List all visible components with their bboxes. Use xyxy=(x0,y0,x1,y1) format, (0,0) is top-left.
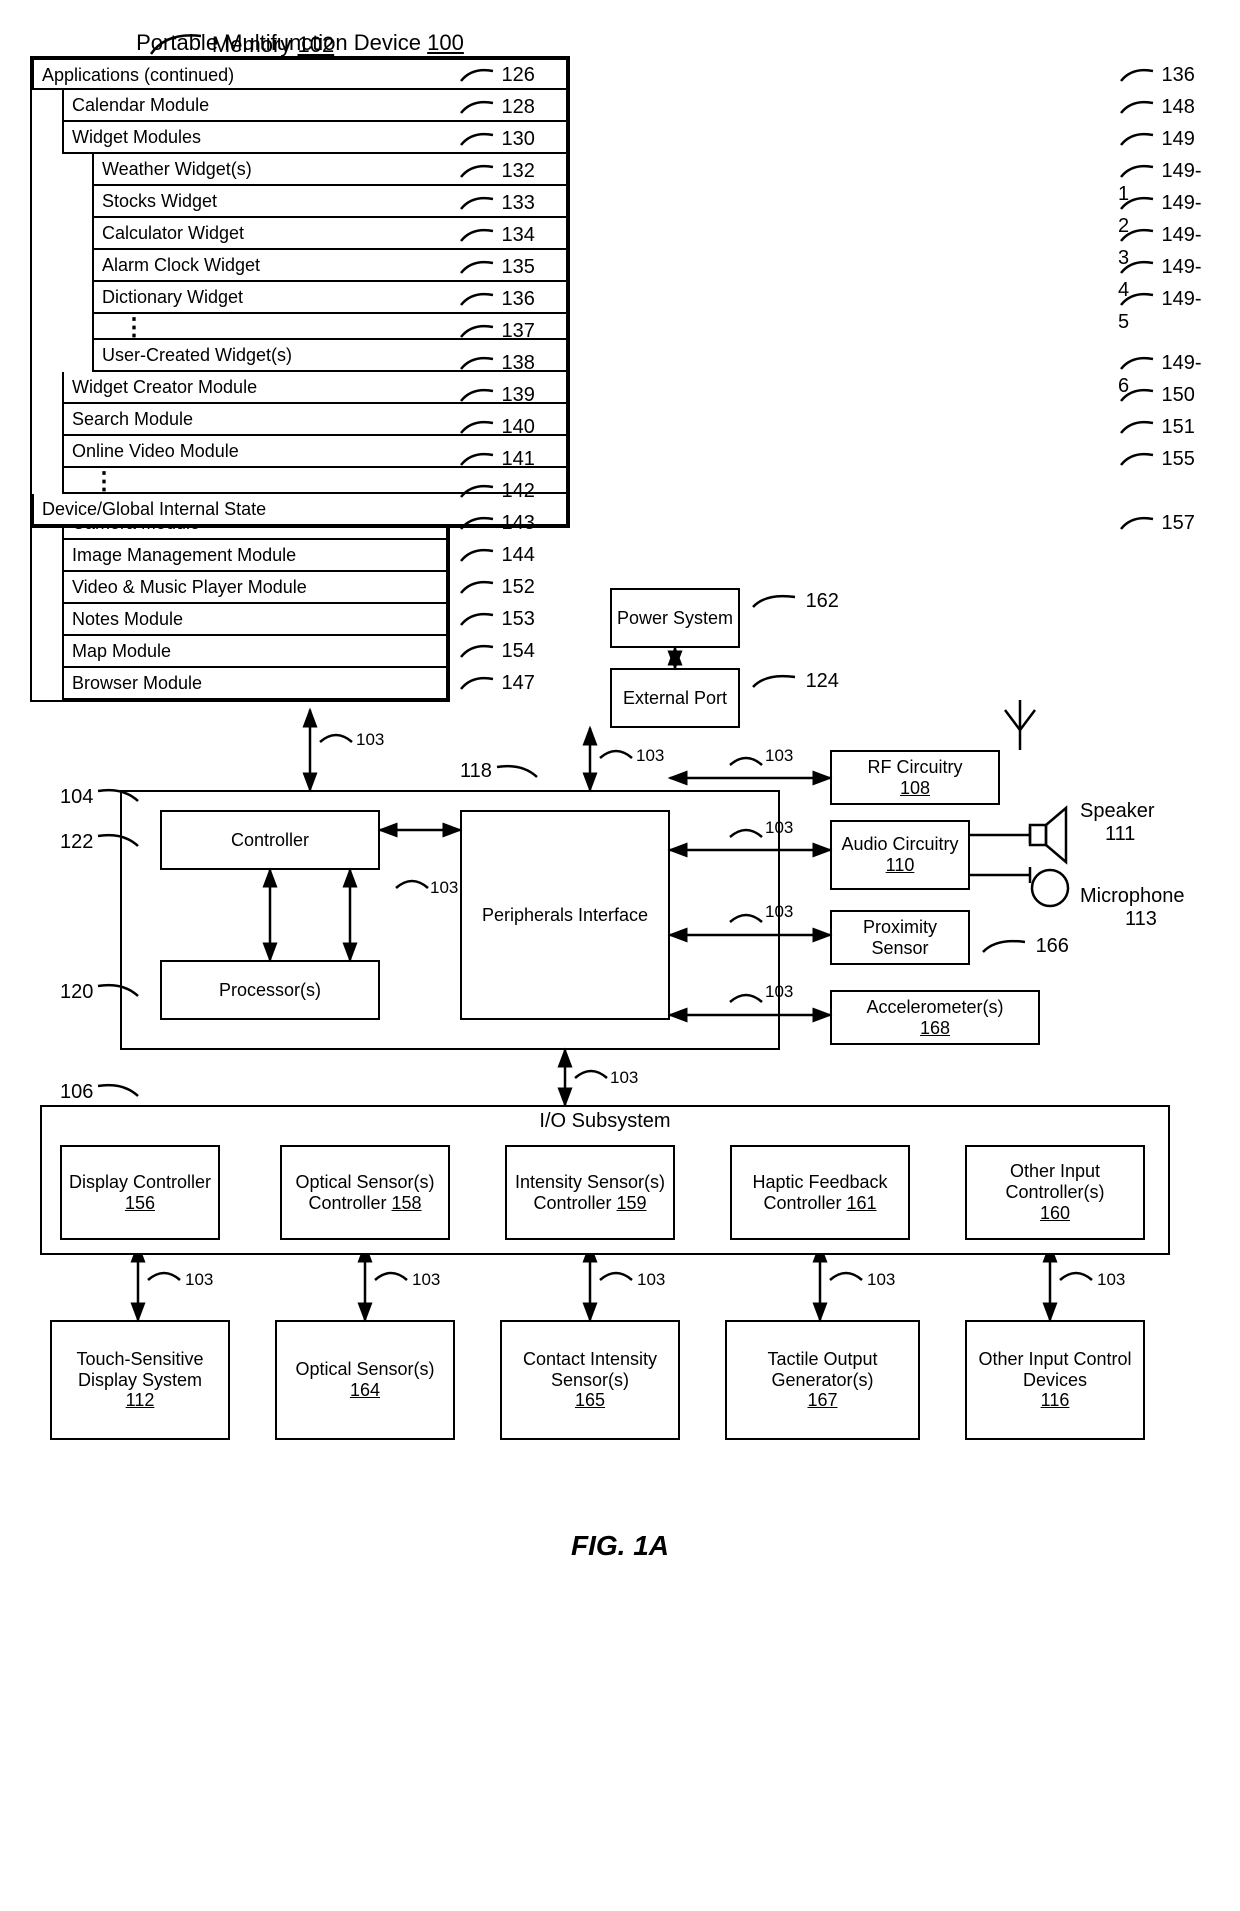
mic-label: Microphone xyxy=(1080,885,1185,908)
ref-label: 157 xyxy=(1118,512,1195,535)
ref-label: 134 xyxy=(458,224,535,247)
rf-circuitry-block: RF Circuitry108 xyxy=(830,750,1000,805)
ref-label: 133 xyxy=(458,192,535,215)
ref-label: 149-5 xyxy=(1118,288,1210,334)
ref-label: 126 xyxy=(458,64,535,87)
ref-label: 153 xyxy=(458,608,535,631)
ref-label: 144 xyxy=(458,544,535,567)
module-row: Notes Module xyxy=(62,604,448,636)
ref-label: 136 xyxy=(458,288,535,311)
ref-label: 132 xyxy=(458,160,535,183)
io-subsystem-title: I/O Subsystem xyxy=(40,1110,1170,1133)
figure-caption: FIG. 1A xyxy=(30,1530,1210,1562)
peripherals-interface-block: Peripherals Interface xyxy=(460,810,670,1020)
ref-122: 122 xyxy=(60,830,143,854)
module-row: Image Management Module xyxy=(62,540,448,572)
audio-circuitry-block: Audio Circuitry110 xyxy=(830,820,970,890)
ref-120: 120 xyxy=(60,980,143,1004)
ref-label: 137 xyxy=(458,320,535,343)
display-controller-block: Display Controller 156 xyxy=(60,1145,220,1240)
ref-label: 149 xyxy=(1118,128,1195,151)
contact-intensity-sensors-block: Contact Intensity Sensor(s)165 xyxy=(500,1320,680,1440)
ref-label: 140 xyxy=(458,416,535,439)
ref-label: 141 xyxy=(458,448,535,471)
ref-label: 154 xyxy=(458,640,535,663)
controller-block: Controller xyxy=(160,810,380,870)
other-input-devices-block: Other Input Control Devices116 xyxy=(965,1320,1145,1440)
ref-label: 135 xyxy=(458,256,535,279)
haptic-feedback-controller-block: Haptic Feedback Controller 161 xyxy=(730,1145,910,1240)
ref-label: 152 xyxy=(458,576,535,599)
ref-label: 130 xyxy=(458,128,535,151)
optical-sensors-block: Optical Sensor(s)164 xyxy=(275,1320,455,1440)
module-row: Browser Module xyxy=(62,668,448,700)
ref-label: 136 xyxy=(1118,64,1195,87)
touch-display-block: Touch-Sensitive Display System112 xyxy=(50,1320,230,1440)
ref-label: 143 xyxy=(458,512,535,535)
module-row: Video & Music Player Module xyxy=(62,572,448,604)
tactile-output-generator-block: Tactile Output Generator(s)167 xyxy=(725,1320,920,1440)
ref-118: 118 xyxy=(460,760,542,783)
external-port-block: External Port xyxy=(610,668,740,728)
ref-label: 139 xyxy=(458,384,535,407)
speaker-label: Speaker xyxy=(1080,800,1155,823)
other-input-controller-block: Other Input Controller(s)160 xyxy=(965,1145,1145,1240)
device-title: Portable Multifunction Device 100 xyxy=(30,30,570,56)
ref-label: 150 xyxy=(1118,384,1195,407)
intensity-sensors-controller-block: Intensity Sensor(s) Controller 159 xyxy=(505,1145,675,1240)
processors-block: Processor(s) xyxy=(160,960,380,1020)
proximity-sensor-block: Proximity Sensor xyxy=(830,910,970,965)
ref-label: 151 xyxy=(1118,416,1195,439)
ref-label: 142 xyxy=(458,480,535,503)
ref-label: 138 xyxy=(458,352,535,375)
optical-sensors-controller-block: Optical Sensor(s) Controller 158 xyxy=(280,1145,450,1240)
ref-106: 106 xyxy=(60,1080,143,1104)
module-row: Map Module xyxy=(62,636,448,668)
ref-label: 148 xyxy=(1118,96,1195,119)
accelerometer-block: Accelerometer(s)168 xyxy=(830,990,1040,1045)
power-system-block: Power System xyxy=(610,588,740,648)
ref-label: 147 xyxy=(458,672,535,695)
ref-104: 104 xyxy=(60,785,143,809)
ref-label: 155 xyxy=(1118,448,1195,471)
ref-label: 128 xyxy=(458,96,535,119)
